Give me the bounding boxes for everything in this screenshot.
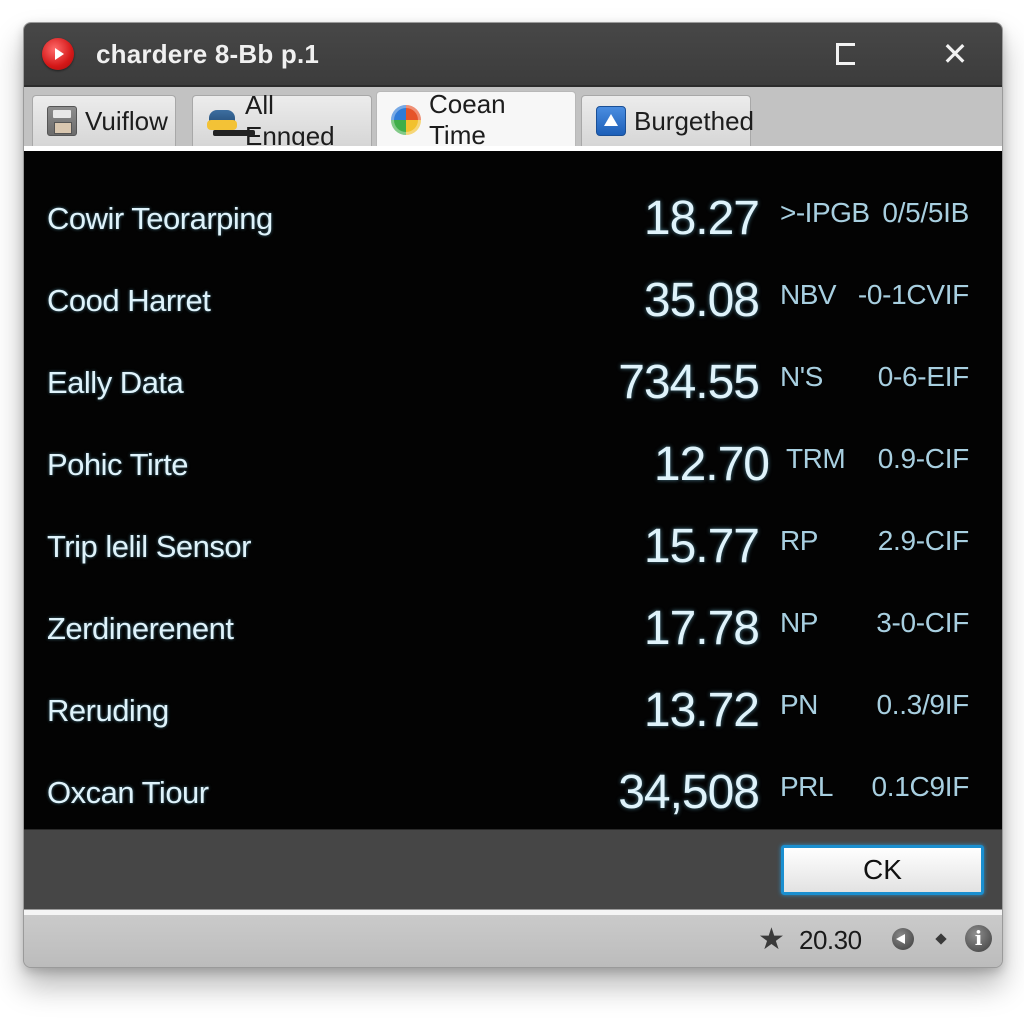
tab-burgethed[interactable]: Burgethed	[581, 95, 754, 146]
data-row: Oxcan Tiour 34,508 PRL 0.1C9IF	[24, 753, 1002, 835]
maximize-icon	[835, 43, 855, 65]
maximize-button[interactable]	[825, 35, 865, 73]
data-row: Cowir Teorarping 18.27 >-IPGB 0/5/5IB	[24, 179, 1002, 261]
row-label: Eally Data	[47, 365, 184, 400]
row-value: 13.72	[643, 684, 760, 737]
data-row: Eally Data 734.55 N'S 0-6-EIF	[24, 343, 1002, 425]
row-label: Reruding	[47, 693, 169, 728]
tab-all-ennged[interactable]: All Ennged	[192, 90, 372, 151]
row-unit: PRL	[780, 771, 833, 802]
tab-label: All Ennged	[245, 90, 335, 151]
row-code: 0.9-CIF	[877, 443, 970, 474]
row-value: 17.78	[643, 602, 760, 655]
tab-strip: Vuiflow All Ennged Coean Time Burgethed	[24, 87, 1002, 151]
row-label: Pohic Tirte	[47, 447, 188, 482]
dialog-button-area: CK	[24, 829, 1002, 910]
tab-label: Burgethed	[634, 105, 754, 136]
row-value: 734.55	[618, 356, 760, 409]
ok-button[interactable]: CK	[781, 845, 984, 895]
row-code: 0-6-EIF	[877, 361, 970, 392]
row-unit: RP	[780, 525, 818, 556]
app-record-icon	[42, 38, 74, 70]
row-value: 34,508	[618, 766, 760, 819]
title-bar[interactable]: chardere 8-Bb p.1 ✕	[24, 23, 1002, 87]
row-value: 35.08	[643, 274, 760, 327]
row-label: Trip lelil Sensor	[47, 529, 251, 564]
info-icon[interactable]: i	[965, 925, 992, 952]
diamond-icon	[935, 933, 947, 945]
data-row: Pohic Tirte 12.70 TRM 0.9-CIF	[24, 425, 1002, 507]
window-title: chardere 8-Bb p.1	[96, 39, 320, 69]
globe-icon	[391, 104, 421, 135]
row-value: 18.27	[643, 192, 760, 245]
row-value: 15.77	[643, 520, 760, 573]
row-label: Cood Harret	[47, 283, 211, 318]
tab-vuiflow[interactable]: Vuiflow	[32, 95, 176, 146]
row-unit: NBV	[780, 279, 837, 310]
status-bar: ★ 20.30 i	[24, 915, 1002, 967]
row-code: 2.9-CIF	[877, 525, 970, 556]
data-panel: Cowir Teorarping 18.27 >-IPGB 0/5/5IB Co…	[24, 151, 1002, 829]
row-code: -0-1CVIF	[857, 279, 969, 310]
status-value: 20.30	[799, 925, 862, 955]
row-code: 3-0-CIF	[876, 607, 969, 638]
row-unit: PN	[780, 689, 818, 720]
row-code: 0..3/9IF	[876, 689, 969, 720]
data-row: Reruding 13.72 PN 0..3/9IF	[24, 671, 1002, 753]
row-unit: TRM	[786, 443, 846, 474]
row-label: Oxcan Tiour	[47, 775, 209, 810]
data-row: Zerdinerenent 17.78 NP 3-0-CIF	[24, 589, 1002, 671]
close-button[interactable]: ✕	[935, 35, 975, 73]
tab-label: Coean Time	[429, 88, 506, 150]
floppy-disk-icon	[47, 106, 77, 136]
row-code: 0/5/5IB	[882, 197, 969, 228]
blue-triangle-icon	[596, 106, 626, 136]
row-unit: NP	[780, 607, 818, 638]
back-arrow-icon[interactable]	[892, 928, 914, 950]
tab-label: Vuiflow	[85, 105, 168, 136]
row-label: Cowir Teorarping	[47, 201, 273, 236]
row-unit: N'S	[780, 361, 823, 392]
star-icon[interactable]: ★	[758, 922, 785, 957]
app-window: chardere 8-Bb p.1 ✕ Vuiflow All Ennged C…	[23, 22, 1003, 968]
row-label: Zerdinerenent	[47, 611, 234, 646]
car-icon	[207, 106, 237, 136]
row-value: 12.70	[653, 438, 770, 491]
tab-coean-time[interactable]: Coean Time	[376, 89, 576, 150]
data-row: Cood Harret 35.08 NBV -0-1CVIF	[24, 261, 1002, 343]
row-code: 0.1C9IF	[871, 771, 970, 802]
row-unit: >-IPGB	[780, 197, 870, 228]
data-row: Trip lelil Sensor 15.77 RP 2.9-CIF	[24, 507, 1002, 589]
